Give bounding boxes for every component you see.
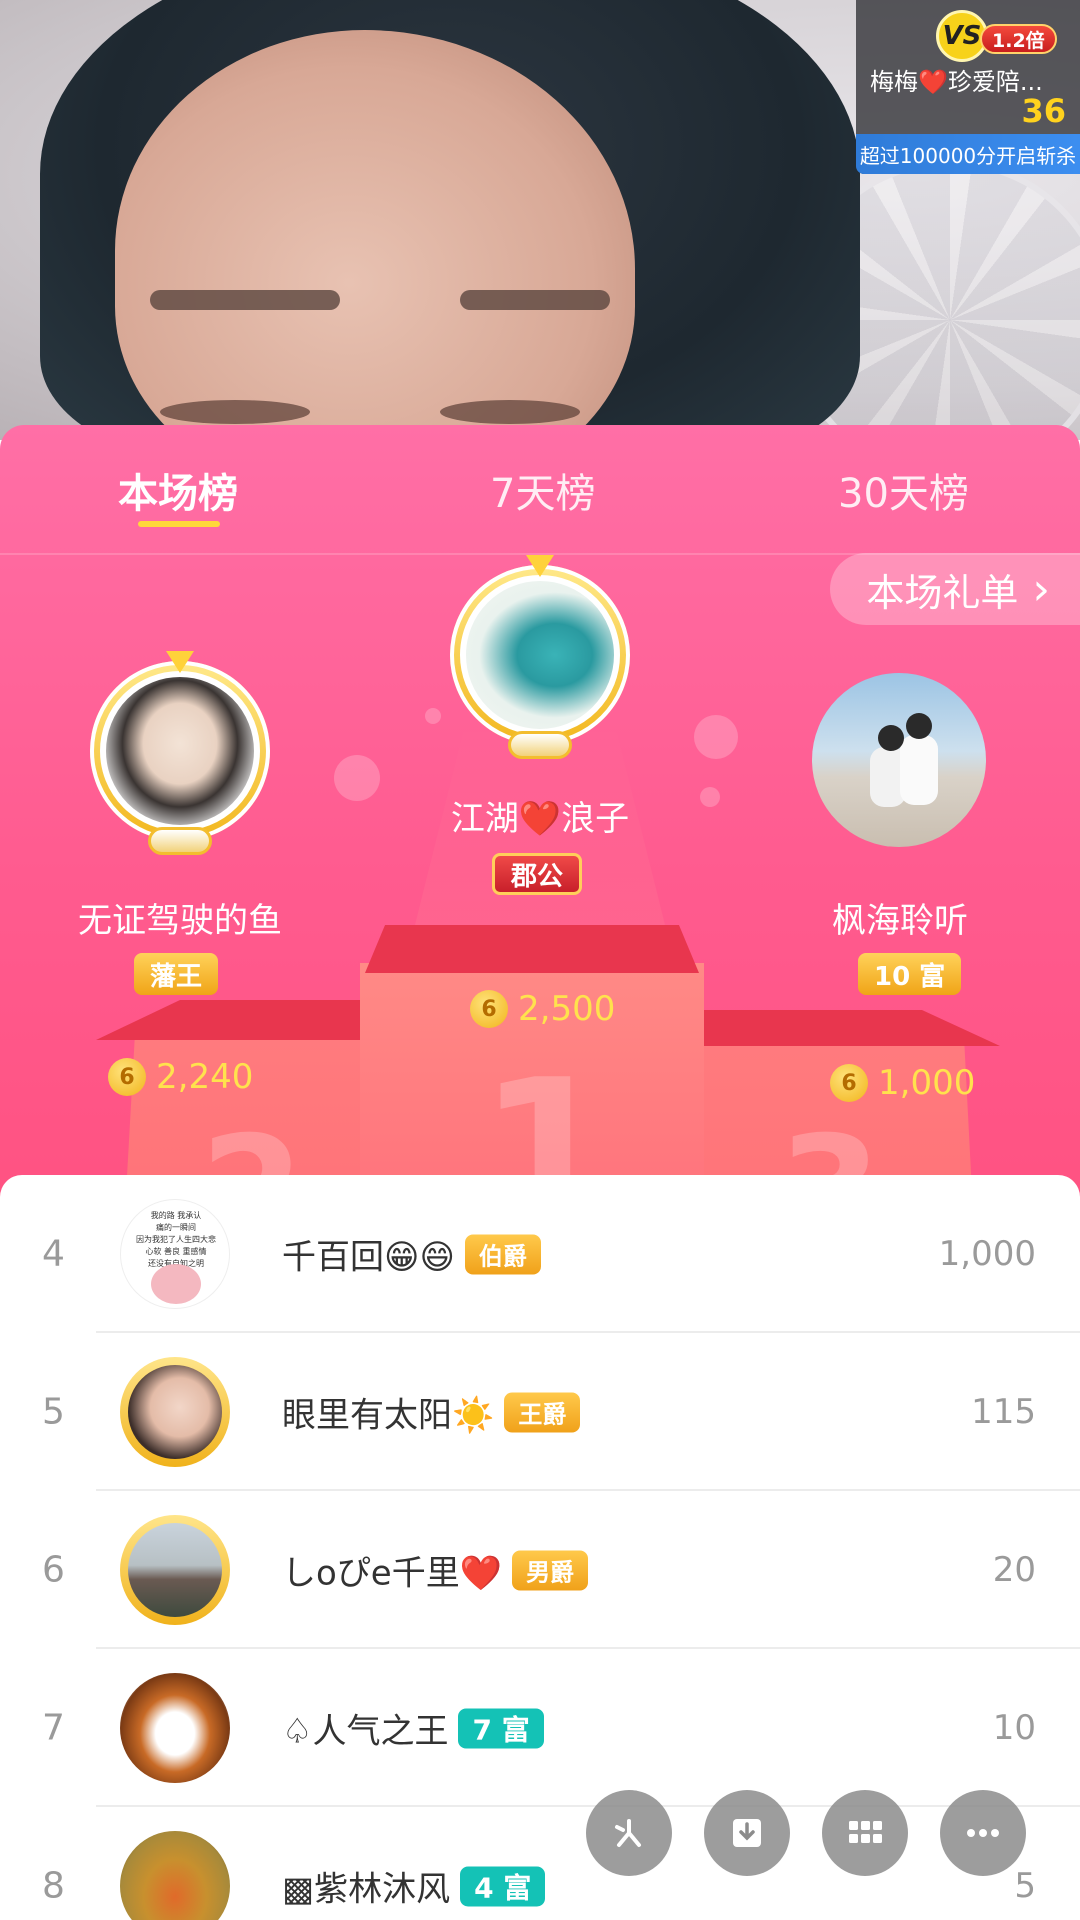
row-name: ▩紫林沐风 4 富 xyxy=(282,1862,546,1911)
more-icon xyxy=(967,1829,999,1837)
avatar-figure xyxy=(906,713,932,739)
video-brow-right xyxy=(460,290,610,310)
second-place-score-value: 2,240 xyxy=(156,1057,254,1097)
third-place-name: 枫海聆听 xyxy=(832,901,968,941)
ranking-tabs: 本场榜 7天榜 30天榜 xyxy=(0,425,1080,553)
second-place-score: 6 2,240 xyxy=(108,1057,253,1097)
first-place-name: 江湖❤️浪子 xyxy=(450,799,630,839)
avatar-text-image: 我的路 我承认 痛的一瞬间 因为我犯了人生四大悲 心软 善良 重感情 还没有自知… xyxy=(121,1210,229,1270)
row-name-text: 眼里有太阳☀️ xyxy=(282,1395,495,1436)
second-place-name: 无证驾驶的鱼 xyxy=(78,901,282,941)
podium-top-third xyxy=(700,1010,1000,1046)
pk-opponent-name: 梅梅❤️珍爱陪... xyxy=(870,68,1043,96)
coin-icon: 6 xyxy=(470,990,508,1028)
first-place-avatar[interactable] xyxy=(450,555,630,759)
video-eye-left xyxy=(160,400,310,424)
row-name-text: 千百回😁😄 xyxy=(282,1237,455,1278)
grid-menu-button[interactable] xyxy=(822,1790,908,1876)
first-place-score-value: 2,500 xyxy=(518,989,616,1029)
podium-top-second xyxy=(96,1000,376,1040)
avatar-frame-base-icon xyxy=(508,731,572,759)
ranking-list[interactable]: 4 我的路 我承认 痛的一瞬间 因为我犯了人生四大悲 心软 善良 重感情 还没有… xyxy=(0,1175,1080,1920)
podium-top-first xyxy=(365,925,699,973)
row-name-text: ▩紫林沐风 xyxy=(282,1869,451,1910)
row-name: ♤人气之王 7 富 xyxy=(282,1704,544,1753)
avatar-text-line: 心软 善良 重感情 xyxy=(145,1247,207,1256)
row-avatar[interactable] xyxy=(120,1515,230,1625)
tab-7-days[interactable]: 7天榜 xyxy=(490,461,595,519)
coin-icon: 6 xyxy=(108,1058,146,1096)
avatar-figure xyxy=(900,735,938,805)
crown-icon xyxy=(526,555,554,577)
row-value: 10 xyxy=(992,1708,1036,1748)
row-name-text: ♤人气之王 xyxy=(282,1711,449,1752)
third-place-avatar[interactable] xyxy=(812,673,986,847)
row-value: 115 xyxy=(971,1392,1036,1432)
row-rank: 5 xyxy=(42,1391,65,1433)
row-name-text: しoぴe千里❤️ xyxy=(282,1553,503,1594)
row-name: しoぴe千里❤️ 男爵 xyxy=(282,1546,589,1595)
row-name: 眼里有太阳☀️ 王爵 xyxy=(282,1388,581,1437)
first-place-title-badge: 郡公 xyxy=(492,853,583,895)
pk-multiplier: 1.2倍 xyxy=(980,24,1057,54)
row-avatar[interactable] xyxy=(120,1831,230,1920)
row-wealth-badge: 7 富 xyxy=(458,1708,544,1748)
bubble-decoration xyxy=(334,755,380,801)
second-place-avatar[interactable] xyxy=(90,651,270,855)
row-name: 千百回😁😄 伯爵 xyxy=(282,1230,541,1279)
row-value: 5 xyxy=(1014,1866,1036,1906)
row-rank: 7 xyxy=(42,1707,65,1749)
row-value: 20 xyxy=(992,1550,1036,1590)
avatar-text-line: 痛的一瞬间 xyxy=(156,1223,196,1232)
pk-score: 36 xyxy=(1021,92,1066,130)
video-brow-left xyxy=(150,290,340,310)
row-avatar[interactable] xyxy=(120,1673,230,1783)
pk-rule-note: 超过100000分开启斩杀 xyxy=(856,134,1080,174)
row-rank: 8 xyxy=(42,1865,65,1907)
coin-icon: 6 xyxy=(830,1064,868,1102)
sparkle-button[interactable] xyxy=(586,1790,672,1876)
row-title-badge: 王爵 xyxy=(504,1392,581,1432)
tab-this-session[interactable]: 本场榜 xyxy=(118,461,238,519)
table-row[interactable]: 4 我的路 我承认 痛的一瞬间 因为我犯了人生四大悲 心软 善良 重感情 还没有… xyxy=(0,1175,1080,1333)
row-avatar[interactable]: 我的路 我承认 痛的一瞬间 因为我犯了人生四大悲 心软 善良 重感情 还没有自知… xyxy=(120,1199,230,1309)
table-row[interactable]: 8 ▩紫林沐风 4 富 5 xyxy=(0,1807,1080,1920)
bubble-decoration xyxy=(425,708,441,724)
second-place-title-badge: 藩王 xyxy=(134,953,219,995)
avatar-frame-base-icon xyxy=(148,827,212,855)
video-eye-right xyxy=(440,400,580,424)
row-wealth-badge: 4 富 xyxy=(460,1866,546,1906)
row-avatar[interactable] xyxy=(120,1357,230,1467)
gift-list-label: 本场礼单 xyxy=(866,570,1019,615)
sparkle-icon xyxy=(615,1819,641,1847)
row-rank: 6 xyxy=(42,1549,65,1591)
table-row[interactable]: 7 ♤人气之王 7 富 10 xyxy=(0,1649,1080,1807)
table-row[interactable]: 5 眼里有太阳☀️ 王爵 115 xyxy=(0,1333,1080,1491)
table-row[interactable]: 6 しoぴe千里❤️ 男爵 20 xyxy=(0,1491,1080,1649)
third-place-score: 6 1,000 xyxy=(830,1063,975,1103)
session-gift-list-button[interactable]: 本场礼单 › xyxy=(830,553,1080,625)
row-rank: 4 xyxy=(42,1233,65,1275)
active-tab-indicator xyxy=(138,521,220,527)
third-place-wealth-badge: 10 富 xyxy=(858,953,962,995)
bubble-decoration xyxy=(694,715,738,759)
avatar-character xyxy=(151,1264,201,1304)
row-value: 1,000 xyxy=(938,1234,1036,1274)
chevron-right-icon: › xyxy=(1032,563,1050,615)
crown-icon xyxy=(166,651,194,673)
row-title-badge: 男爵 xyxy=(512,1550,589,1590)
bubble-decoration xyxy=(700,787,720,807)
more-button[interactable] xyxy=(940,1790,1026,1876)
download-icon xyxy=(733,1819,761,1847)
row-title-badge: 伯爵 xyxy=(464,1234,541,1274)
pk-battle-widget[interactable]: VS 1.2倍 梅梅❤️珍爱陪... 36 超过100000分开启斩杀 xyxy=(856,0,1080,174)
tab-30-days[interactable]: 30天榜 xyxy=(838,461,969,519)
avatar-text-line: 因为我犯了人生四大悲 xyxy=(136,1235,216,1244)
third-place-score-value: 1,000 xyxy=(878,1063,976,1103)
grid-icon xyxy=(849,1821,882,1843)
avatar-text-line: 我的路 我承认 xyxy=(150,1211,202,1220)
first-place-score: 6 2,500 xyxy=(470,989,615,1029)
download-button[interactable] xyxy=(704,1790,790,1876)
avatar-figure xyxy=(878,725,904,751)
